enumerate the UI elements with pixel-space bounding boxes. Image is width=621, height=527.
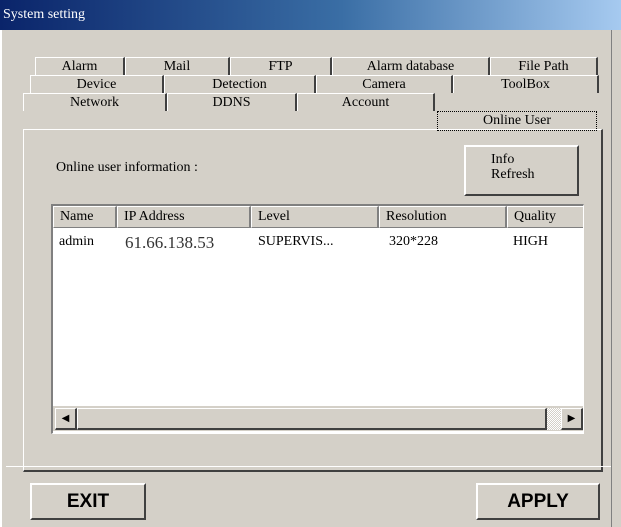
cell-ip-address: 61.66.138.53	[125, 233, 215, 252]
info-refresh-button[interactable]: Info Refresh	[464, 145, 579, 196]
cell-quality: HIGH	[513, 234, 548, 249]
online-user-list[interactable]: Name IP Address Level Resolution Quality…	[51, 204, 584, 434]
tab-camera[interactable]: Camera	[316, 75, 453, 93]
exit-button[interactable]: EXIT	[30, 483, 146, 520]
scroll-right-icon[interactable]: ▶	[561, 408, 583, 430]
column-header-level[interactable]: Level	[251, 206, 379, 228]
scroll-thumb[interactable]	[77, 408, 547, 430]
tab-mail[interactable]: Mail	[125, 57, 230, 75]
column-header-resolution[interactable]: Resolution	[379, 206, 507, 228]
tab-online-user[interactable]: Online User	[437, 111, 597, 131]
tab-network[interactable]: Network	[23, 93, 167, 111]
window-title-bar[interactable]: System setting	[0, 0, 621, 30]
column-header-quality[interactable]: Quality	[507, 206, 583, 228]
scroll-track[interactable]	[547, 408, 561, 430]
scroll-left-icon[interactable]: ◀	[55, 408, 77, 430]
window-left-edge	[0, 30, 2, 527]
cell-level: SUPERVIS...	[258, 234, 334, 249]
column-header-ip-address[interactable]: IP Address	[117, 206, 251, 228]
info-refresh-line2: Refresh	[491, 167, 535, 182]
apply-button[interactable]: APPLY	[476, 483, 600, 520]
tab-toolbox[interactable]: ToolBox	[453, 75, 599, 93]
window-title: System setting	[3, 7, 86, 22]
tab-alarm-database[interactable]: Alarm database	[332, 57, 490, 75]
cell-name: admin	[59, 234, 94, 249]
divider	[6, 466, 611, 467]
tab-alarm[interactable]: Alarm	[35, 57, 125, 75]
tab-ddns[interactable]: DDNS	[167, 93, 297, 111]
tab-detection[interactable]: Detection	[164, 75, 316, 93]
column-header-name[interactable]: Name	[53, 206, 117, 228]
tab-device[interactable]: Device	[30, 75, 164, 93]
tab-file-path[interactable]: File Path	[490, 57, 598, 75]
tab-ftp[interactable]: FTP	[230, 57, 332, 75]
online-user-info-label: Online user information :	[56, 160, 198, 175]
horizontal-scrollbar[interactable]: ◀ ▶	[53, 406, 583, 431]
window-right-edge	[611, 30, 621, 527]
info-refresh-line1: Info	[491, 152, 515, 167]
cell-resolution: 320*228	[389, 234, 438, 249]
tab-account[interactable]: Account	[297, 93, 435, 111]
